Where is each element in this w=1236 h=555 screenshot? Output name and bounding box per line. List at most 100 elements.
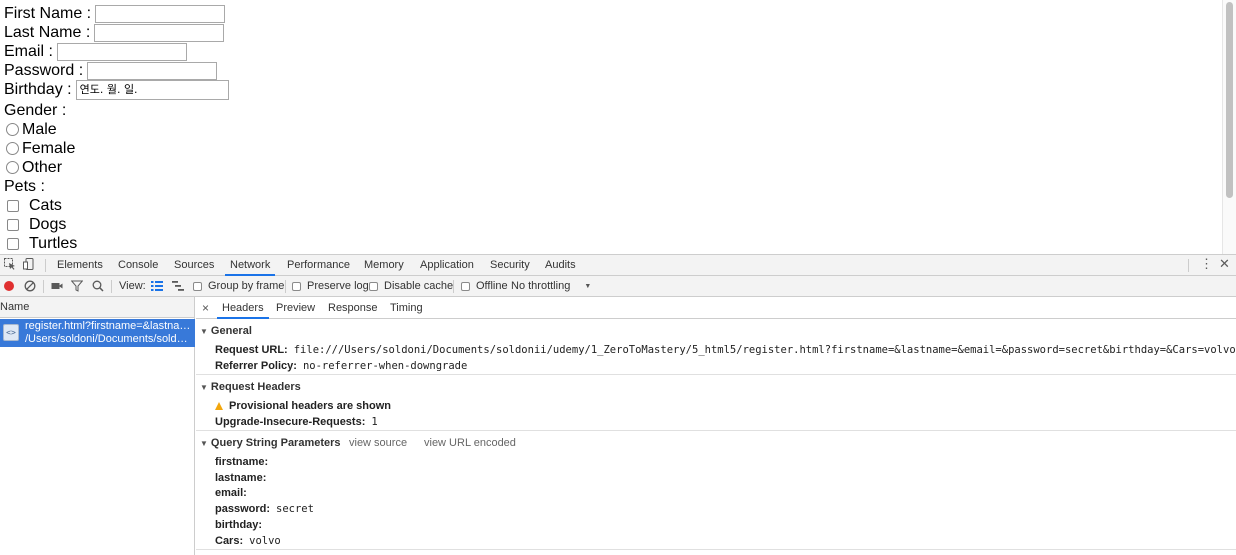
toolbar-divider	[111, 280, 112, 293]
request-list: Name <> register.html?firstname=&lastnam…	[0, 297, 195, 555]
pet-option-dogs[interactable]: Dogs	[7, 215, 66, 234]
detail-tab-timing[interactable]: Timing	[390, 297, 423, 319]
device-toolbar-icon[interactable]	[23, 258, 35, 274]
other-label: Other	[22, 159, 63, 176]
expand-arrow-icon: ▼	[200, 327, 208, 336]
first-name-input[interactable]	[95, 4, 226, 23]
close-devtools-icon[interactable]: ✕	[1219, 257, 1230, 271]
query-params-toggle[interactable]: ▼ Query String Parameters	[200, 437, 341, 449]
referrer-policy-key: Referrer Policy:	[215, 360, 297, 372]
group-by-frame-option[interactable]: Group by frame	[193, 276, 284, 297]
chevron-down-icon: ▼	[584, 283, 592, 290]
request-list-header[interactable]: Name	[0, 297, 194, 318]
tab-audits[interactable]: Audits	[545, 255, 576, 276]
general-title: General	[210, 325, 252, 337]
group-by-frame-checkbox[interactable]	[193, 282, 202, 291]
pets-label-row: Pets :	[4, 177, 45, 196]
close-detail-icon[interactable]: ×	[202, 297, 209, 319]
tab-elements[interactable]: Elements	[57, 255, 103, 276]
view-source-link[interactable]: view source	[349, 437, 407, 449]
referrer-policy-row: Referrer Policy: no-referrer-when-downgra…	[215, 359, 467, 373]
disable-cache-label: Disable cache	[384, 280, 454, 292]
detail-tab-response[interactable]: Response	[328, 297, 378, 319]
tab-memory[interactable]: Memory	[364, 255, 404, 276]
request-detail-pane: × Headers Preview Response Timing ▼ Gener…	[196, 297, 1236, 555]
param-key: password:	[215, 503, 271, 515]
detail-tab-preview[interactable]: Preview	[276, 297, 315, 319]
throttling-select[interactable]: No throttling ▼	[511, 276, 591, 297]
view-url-encoded-link[interactable]: view URL encoded	[424, 437, 516, 449]
page-scrollbar[interactable]	[1222, 0, 1236, 254]
tab-application[interactable]: Application	[420, 255, 474, 276]
detail-tabbar: × Headers Preview Response Timing	[196, 297, 1236, 319]
female-radio[interactable]	[6, 142, 19, 155]
other-radio[interactable]	[6, 161, 19, 174]
disable-cache-checkbox[interactable]	[369, 282, 378, 291]
offline-checkbox[interactable]	[461, 282, 470, 291]
throttling-value: No throttling	[511, 280, 571, 292]
record-icon[interactable]	[4, 281, 14, 291]
search-icon[interactable]	[92, 280, 104, 296]
param-value: secret	[276, 503, 314, 515]
group-by-frame-label: Group by frame	[208, 280, 285, 292]
tab-sources[interactable]: Sources	[174, 255, 214, 276]
filter-icon[interactable]	[70, 280, 84, 296]
preserve-log-checkbox[interactable]	[292, 282, 301, 291]
dogs-label: Dogs	[29, 216, 67, 233]
tab-security[interactable]: Security	[490, 255, 530, 276]
document-file-icon: <>	[3, 324, 19, 341]
query-param-row: Cars: volvo	[215, 534, 281, 548]
general-section-toggle[interactable]: ▼ General	[200, 325, 252, 337]
upgrade-insecure-key: Upgrade-Insecure-Requests:	[215, 416, 366, 428]
toolbar-divider	[43, 280, 44, 293]
gender-option-other[interactable]: Other	[6, 158, 62, 177]
request-path: /Users/soldoni/Documents/soldonii/udemy/…	[25, 333, 193, 345]
query-param-row: birthday:	[215, 518, 268, 532]
tabbar-divider	[45, 259, 46, 272]
gender-option-male[interactable]: Male	[6, 120, 57, 139]
disable-cache-option[interactable]: Disable cache	[369, 276, 453, 297]
tab-console[interactable]: Console	[118, 255, 158, 276]
turtles-checkbox[interactable]	[7, 237, 19, 250]
offline-option[interactable]: Offline	[461, 276, 508, 297]
param-key: email:	[215, 487, 247, 499]
preserve-log-option[interactable]: Preserve log	[292, 276, 369, 297]
toolbar-divider	[453, 280, 454, 293]
pet-option-cats[interactable]: Cats	[7, 196, 62, 215]
tab-performance[interactable]: Performance	[287, 255, 350, 276]
cats-checkbox[interactable]	[7, 199, 19, 212]
turtles-label: Turtles	[29, 235, 78, 252]
last-name-input[interactable]	[94, 23, 225, 42]
email-input[interactable]	[56, 42, 187, 61]
request-url-row: Request URL: file:///Users/soldoni/Docume…	[215, 343, 1236, 357]
param-key: birthday:	[215, 519, 263, 531]
screenshot-camera-icon[interactable]	[51, 280, 63, 296]
gender-option-female[interactable]: Female	[6, 139, 75, 158]
male-radio[interactable]	[6, 123, 19, 136]
request-row[interactable]: <> register.html?firstname=&lastname=&em…	[0, 319, 195, 347]
first-name-row: First Name :	[4, 4, 226, 23]
clear-icon[interactable]	[24, 280, 36, 296]
param-key: Cars:	[215, 535, 244, 547]
param-key: firstname:	[215, 456, 269, 468]
pets-label: Pets :	[4, 178, 45, 195]
dogs-checkbox[interactable]	[7, 218, 19, 231]
param-key: lastname:	[215, 472, 267, 484]
inspect-element-icon[interactable]	[4, 258, 16, 274]
gender-label: Gender :	[4, 102, 67, 119]
detail-tab-headers[interactable]: Headers	[217, 297, 269, 319]
upgrade-insecure-row: Upgrade-Insecure-Requests: 1	[215, 415, 378, 429]
tab-network[interactable]: Network	[225, 255, 276, 276]
request-headers-title: Request Headers	[210, 381, 301, 393]
request-headers-toggle[interactable]: ▼ Request Headers	[200, 381, 301, 393]
birthday-row: Birthday : 연도. 월. 일.	[4, 79, 229, 100]
large-rows-icon[interactable]	[151, 280, 163, 296]
birthday-input[interactable]: 연도. 월. 일.	[75, 79, 229, 100]
pet-option-turtles[interactable]: Turtles	[7, 234, 77, 253]
request-url-value: file:///Users/soldoni/Documents/soldonii…	[293, 344, 1236, 356]
page-scrollbar-thumb[interactable]	[1226, 2, 1233, 198]
waterfall-overview-icon[interactable]	[172, 280, 184, 296]
password-input[interactable]	[87, 61, 218, 80]
male-label: Male	[22, 121, 57, 138]
more-options-icon[interactable]: ⋮	[1200, 257, 1213, 271]
